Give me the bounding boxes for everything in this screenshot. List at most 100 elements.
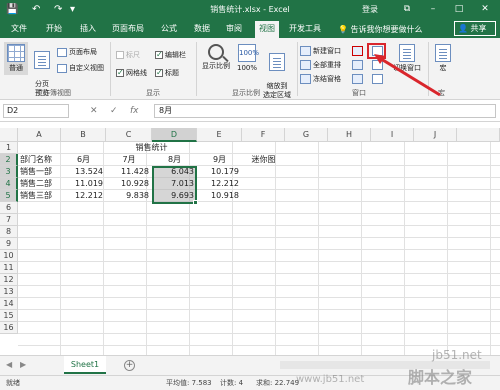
- department-cell[interactable]: 销售一部: [20, 166, 61, 178]
- hide-button[interactable]: [352, 60, 363, 70]
- row-header-5[interactable]: 5: [0, 190, 18, 202]
- zoom-100-button[interactable]: 100% 100%: [235, 44, 259, 73]
- synchronous-scrolling-button[interactable]: [372, 60, 383, 70]
- gridlines-checkbox[interactable]: 网格线: [116, 68, 147, 78]
- column-header-i[interactable]: I: [371, 128, 414, 142]
- header-cell-sparkline[interactable]: 迷你图: [242, 154, 285, 166]
- share-button[interactable]: 👤 共享: [454, 21, 496, 36]
- sheet-title-cell[interactable]: 销售统计: [106, 142, 197, 154]
- value-cell[interactable]: 9.838: [106, 190, 152, 202]
- arrange-all-button[interactable]: 全部重排: [300, 60, 341, 70]
- cancel-icon[interactable]: ✕: [90, 105, 98, 117]
- row-header-3[interactable]: 3: [0, 166, 18, 178]
- column-header-b[interactable]: B: [61, 128, 106, 142]
- row-header-1[interactable]: 1: [0, 142, 18, 154]
- normal-view-button[interactable]: 普通: [4, 42, 28, 75]
- view-side-by-side-button[interactable]: [372, 46, 383, 56]
- row-header-2[interactable]: 2: [0, 154, 18, 166]
- column-header-h[interactable]: H: [328, 128, 371, 142]
- formula-input[interactable]: 8月: [154, 104, 496, 118]
- value-cell[interactable]: 12.212: [197, 178, 242, 190]
- value-cell[interactable]: 10.179: [197, 166, 242, 178]
- ribbon-display-icon[interactable]: ⧉: [400, 2, 414, 16]
- sheet-tab-sheet1[interactable]: Sheet1: [64, 356, 106, 374]
- zoom-button[interactable]: 显示比例: [200, 44, 232, 71]
- split-button[interactable]: [352, 46, 363, 56]
- unhide-button[interactable]: [352, 74, 363, 84]
- column-header-f[interactable]: F: [242, 128, 285, 142]
- column-header-d[interactable]: D: [152, 128, 197, 142]
- macros-label: 宏: [439, 64, 447, 72]
- column-header-e[interactable]: E: [197, 128, 242, 142]
- value-cell[interactable]: 10.918: [197, 190, 242, 202]
- tab-formulas[interactable]: 公式: [161, 23, 177, 35]
- close-button[interactable]: ✕: [478, 2, 492, 16]
- row-header-4[interactable]: 4: [0, 178, 18, 190]
- zoom-to-selection-button[interactable]: 缩放到 选定区域: [260, 44, 294, 100]
- row-header-13[interactable]: 13: [0, 286, 18, 298]
- next-sheet-icon[interactable]: ▶: [20, 360, 26, 369]
- tab-developer[interactable]: 开发工具: [289, 23, 321, 35]
- headings-checkbox[interactable]: 标题: [155, 68, 179, 78]
- formula-bar-checkbox[interactable]: 编辑栏: [155, 50, 186, 60]
- tab-data[interactable]: 数据: [194, 23, 210, 35]
- enter-icon[interactable]: ✓: [110, 105, 118, 117]
- headings-check-icon: [155, 68, 163, 78]
- insert-function-icon[interactable]: fx: [130, 105, 139, 117]
- column-header-g[interactable]: G: [285, 128, 328, 142]
- department-cell[interactable]: 销售二部: [20, 178, 61, 190]
- switch-windows-button[interactable]: 切换窗口: [388, 44, 426, 73]
- value-cell[interactable]: 9.693: [152, 190, 197, 202]
- value-cell[interactable]: 10.928: [106, 178, 152, 190]
- row-header-11[interactable]: 11: [0, 262, 18, 274]
- row-header-10[interactable]: 10: [0, 250, 18, 262]
- row-header-7[interactable]: 7: [0, 214, 18, 226]
- switch-windows-label: 切换窗口: [393, 64, 421, 72]
- row-header-15[interactable]: 15: [0, 310, 18, 322]
- row-header-9[interactable]: 9: [0, 238, 18, 250]
- tab-page-layout[interactable]: 页面布局: [112, 23, 144, 35]
- column-header-k[interactable]: [457, 128, 500, 142]
- value-cell[interactable]: 6.043: [152, 166, 197, 178]
- tab-file[interactable]: 文件: [11, 23, 27, 35]
- department-cell[interactable]: 销售三部: [20, 190, 61, 202]
- tab-home[interactable]: 开始: [46, 23, 62, 35]
- macros-button[interactable]: 宏: [432, 44, 454, 73]
- tab-insert[interactable]: 插入: [80, 23, 96, 35]
- tab-review[interactable]: 审阅: [226, 23, 242, 35]
- freeze-panes-button[interactable]: 冻结窗格: [300, 74, 341, 84]
- header-cell-august[interactable]: 8月: [152, 154, 197, 166]
- row-header-8[interactable]: 8: [0, 226, 18, 238]
- normal-view-label: 普通: [9, 64, 23, 72]
- value-cell[interactable]: 7.013: [152, 178, 197, 190]
- column-header-c[interactable]: C: [106, 128, 152, 142]
- row-header-6[interactable]: 6: [0, 202, 18, 214]
- value-cell[interactable]: 12.212: [61, 190, 106, 202]
- column-header-a[interactable]: A: [18, 128, 61, 142]
- worksheet-grid[interactable]: A B C D E F G H I J 1 2 3 4 5 6 7 8 9 10…: [0, 128, 500, 355]
- reset-window-position-button[interactable]: [372, 74, 383, 84]
- new-window-button[interactable]: 新建窗口: [300, 46, 341, 56]
- header-cell-department[interactable]: 部门名称: [20, 154, 61, 166]
- header-cell-september[interactable]: 9月: [197, 154, 242, 166]
- custom-views-button[interactable]: 自定义视图: [57, 63, 104, 73]
- row-header-12[interactable]: 12: [0, 274, 18, 286]
- page-layout-view-button[interactable]: 页面布局: [57, 47, 97, 57]
- header-cell-june[interactable]: 6月: [61, 154, 106, 166]
- value-cell[interactable]: 11.019: [61, 178, 106, 190]
- column-header-j[interactable]: J: [414, 128, 457, 142]
- row-header-14[interactable]: 14: [0, 298, 18, 310]
- login-link[interactable]: 登录: [362, 4, 378, 15]
- maximize-button[interactable]: □: [452, 2, 466, 16]
- tell-me-search[interactable]: 💡 告诉我你想要做什么: [338, 24, 423, 35]
- minimize-button[interactable]: –: [426, 2, 440, 16]
- name-box[interactable]: D2: [3, 104, 69, 118]
- add-sheet-icon[interactable]: +: [124, 360, 135, 371]
- select-all-corner[interactable]: [0, 128, 18, 142]
- prev-sheet-icon[interactable]: ◀: [6, 360, 12, 369]
- header-cell-july[interactable]: 7月: [106, 154, 152, 166]
- tab-view[interactable]: 视图: [255, 21, 279, 38]
- value-cell[interactable]: 11.428: [106, 166, 152, 178]
- row-header-16[interactable]: 16: [0, 322, 18, 334]
- value-cell[interactable]: 13.524: [61, 166, 106, 178]
